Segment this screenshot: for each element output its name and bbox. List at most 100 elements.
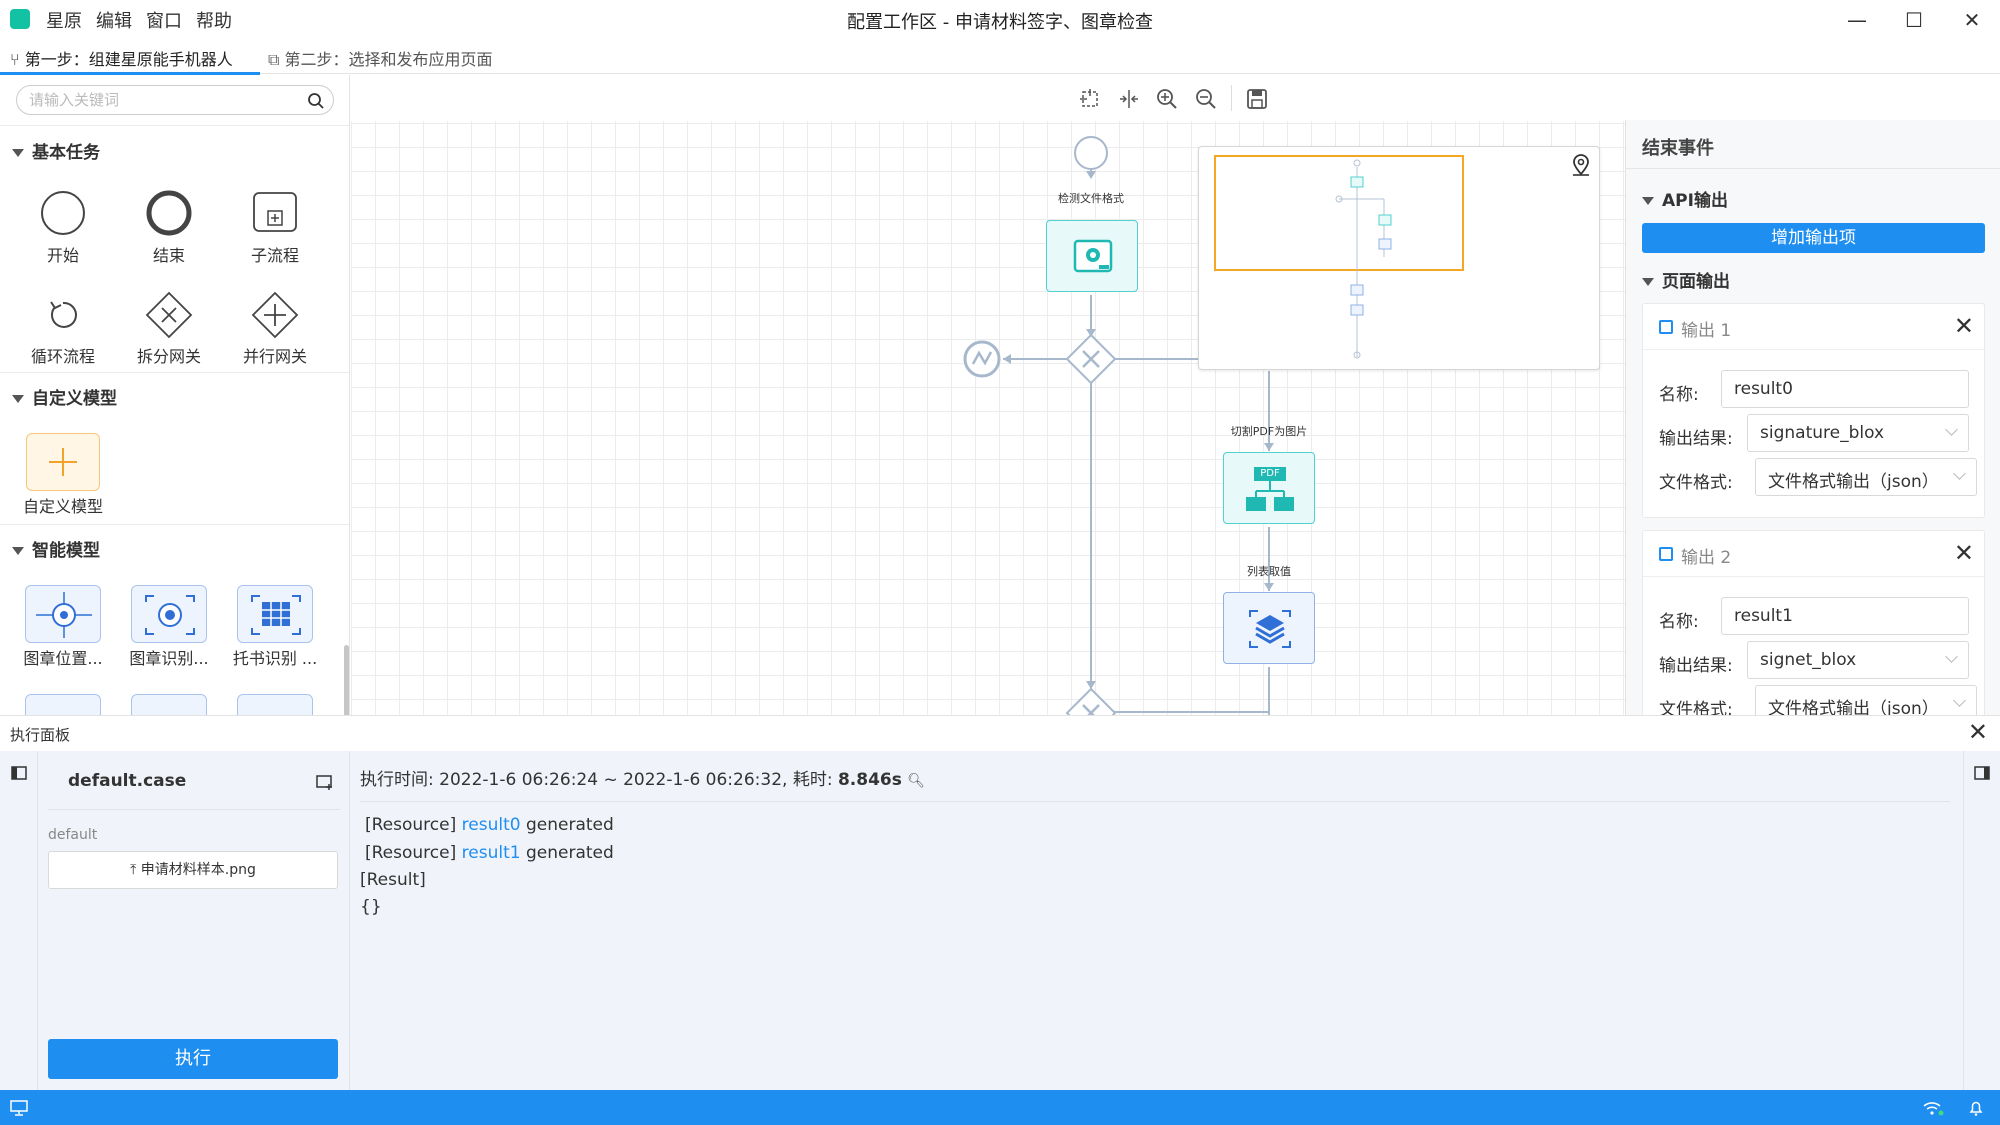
seal-position-icon (25, 585, 101, 643)
tool-loop-label: 循环流程 (30, 347, 95, 366)
section-custom-models[interactable]: 自定义模型 (12, 384, 117, 409)
properties-title: 结束事件 (1642, 138, 1714, 159)
palette-scrollbar[interactable] (344, 645, 349, 715)
result-value: {} (360, 897, 382, 917)
add-case-icon[interactable] (316, 775, 334, 791)
exec-time-text: 执行时间: 2022-1-6 06:26:24 ~ 2022-1-6 06:26… (360, 770, 838, 790)
section-page-output[interactable]: 页面输出 (1642, 267, 1730, 292)
menu-xingyuan[interactable]: 星原 (46, 7, 82, 33)
menu-window[interactable]: 窗口 (146, 7, 182, 33)
tool-start[interactable]: 开始 (18, 189, 108, 265)
upload-file-name: 申请材料样本.png (140, 862, 256, 878)
output-card-title: 输出 2 (1681, 548, 1732, 568)
bell-icon[interactable] (1968, 1099, 1984, 1117)
toggle-panel-icon[interactable] (1974, 766, 1990, 780)
tab-step-1[interactable]: ⑂ 第一步：组建星原能手机器人 (10, 46, 233, 70)
location-pin-icon[interactable] (1569, 153, 1593, 177)
add-custom-model-icon (26, 433, 100, 491)
log-row: [Resource] result0 generated (365, 815, 614, 835)
name-label: 名称: (1659, 612, 1699, 632)
divider (360, 801, 1950, 802)
task-check-format[interactable] (1046, 220, 1138, 292)
chevron-down-icon (1953, 694, 1966, 707)
tool-start-label: 开始 (46, 246, 79, 265)
output-card-header: 输出 1 ✕ (1643, 304, 1984, 350)
smart-model-icon[interactable] (237, 694, 313, 715)
caret-down-icon (12, 149, 24, 157)
output-result-select[interactable]: signature_blox (1747, 414, 1969, 452)
monitor-icon[interactable] (10, 1100, 28, 1116)
smart-model-icon[interactable] (131, 694, 207, 715)
maximize-icon[interactable]: ☐ (1889, 4, 1939, 36)
log-prefix: [Resource] (365, 843, 462, 863)
flow-canvas[interactable]: 检测文件格式 切割PDF为图片 PDF 列表取值 (351, 75, 1625, 715)
exec-panel: default.case default ⤒ 申请材料样本.png 执行 执行时… (0, 751, 2000, 1090)
loop-icon (50, 301, 77, 328)
log-suffix: generated (520, 815, 614, 835)
menu-edit[interactable]: 编辑 (96, 7, 132, 33)
divider (0, 524, 349, 525)
node-label-split-pdf: 切割PDF为图片 (1230, 425, 1308, 438)
search-icon[interactable] (307, 92, 325, 110)
close-window-icon[interactable]: ✕ (1947, 4, 1997, 36)
search-log-icon[interactable]: 🔍︎ (907, 773, 925, 789)
tool-subprocess[interactable]: 子流程 (230, 189, 320, 265)
merge-gateway-node[interactable] (1065, 687, 1117, 715)
case-name[interactable]: default.case (68, 771, 186, 791)
output-format-select[interactable]: 文件格式输出（json） (1755, 685, 1977, 715)
palette-panel: 基本任务 开始 结束 子流程 循环流程 拆分网关 并行网关 自定义模型 自定义模… (0, 75, 350, 715)
smart-model-icon[interactable] (25, 694, 101, 715)
caret-down-icon (12, 547, 24, 555)
task-split-pdf[interactable]: PDF (1223, 452, 1315, 524)
toggle-sidebar-icon[interactable] (11, 766, 27, 780)
minimize-icon[interactable]: — (1832, 4, 1882, 36)
tool-loop[interactable]: 循环流程 (18, 291, 108, 366)
upload-file-button[interactable]: ⤒ 申请材料样本.png (48, 851, 338, 889)
tab-step-2[interactable]: ⧉ 第二步：选择和发布应用页面 (268, 46, 493, 70)
log-resource-link[interactable]: result1 (462, 843, 521, 863)
minimap[interactable] (1198, 146, 1600, 370)
caret-down-icon (1642, 278, 1654, 286)
section-page-output-label: 页面输出 (1662, 272, 1730, 292)
tool-split-gateway[interactable]: 拆分网关 (124, 291, 214, 366)
exclusive-gateway-icon (145, 291, 193, 339)
output-card-1: 输出 1 ✕ 名称: result0 输出结果: signature_blox … (1642, 303, 1985, 518)
output-name-input[interactable]: result0 (1721, 370, 1969, 408)
start-node-icon[interactable] (1073, 135, 1109, 171)
output-card-header: 输出 2 ✕ (1643, 531, 1984, 577)
output-format-select[interactable]: 文件格式输出（json） (1755, 458, 1977, 496)
output-icon (1659, 320, 1673, 334)
close-icon[interactable]: ✕ (1954, 539, 1974, 567)
close-icon[interactable]: ✕ (1954, 312, 1974, 340)
tab-step-1-label: 第一步：组建星原能手机器人 (24, 50, 233, 69)
seal-recognition-icon (131, 585, 207, 643)
error-end-icon[interactable] (962, 339, 1002, 379)
log-resource-link[interactable]: result0 (462, 815, 521, 835)
section-smart-models[interactable]: 智能模型 (12, 536, 100, 561)
section-api-output[interactable]: API输出 (1642, 186, 1728, 211)
file-check-icon (1073, 239, 1113, 273)
chevron-down-icon (1945, 650, 1958, 663)
exclusive-gateway-node[interactable] (1065, 333, 1117, 385)
log-row: [Resource] result1 generated (365, 843, 614, 863)
menu-help[interactable]: 帮助 (196, 7, 232, 33)
tool-end-label: 结束 (152, 246, 185, 265)
minimap-preview (1335, 159, 1392, 359)
status-bar (0, 1090, 2000, 1125)
close-panel-icon[interactable]: ✕ (1968, 718, 1988, 746)
step-tabs: ⑂ 第一步：组建星原能手机器人 ⧉ 第二步：选择和发布应用页面 (0, 40, 2000, 74)
run-button[interactable]: 执行 (48, 1039, 338, 1079)
tool-parallel-gateway-label: 并行网关 (242, 347, 307, 366)
add-output-button[interactable]: 增加输出项 (1642, 223, 1985, 253)
task-list-value[interactable] (1223, 592, 1315, 664)
output-result-select[interactable]: signet_blox (1747, 641, 1969, 679)
output-name-input[interactable]: result1 (1721, 597, 1969, 635)
output-icon (1659, 547, 1673, 561)
section-basic-tasks[interactable]: 基本任务 (12, 138, 100, 163)
divider (0, 125, 349, 126)
section-api-output-label: API输出 (1662, 191, 1728, 211)
tool-parallel-gateway[interactable]: 并行网关 (230, 291, 320, 366)
search-input[interactable] (29, 89, 289, 111)
result-label: 输出结果: (1659, 656, 1733, 676)
tool-end[interactable]: 结束 (124, 189, 214, 265)
